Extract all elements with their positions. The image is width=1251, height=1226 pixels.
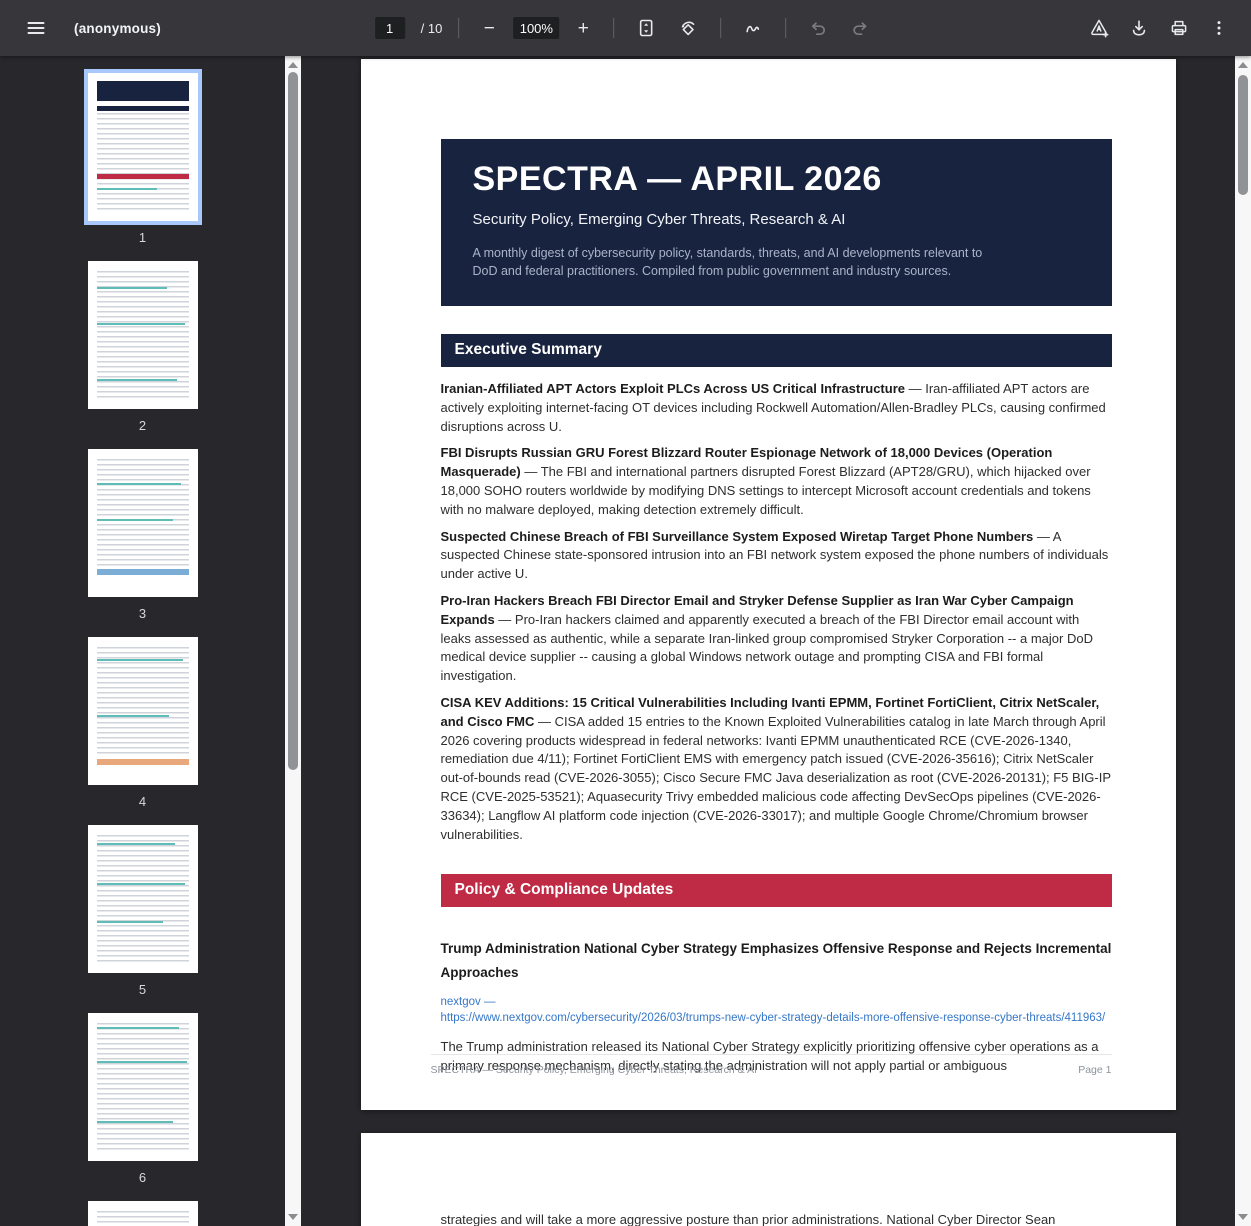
thumbnail-page-4[interactable]: 4 [88,637,198,825]
exec-item: Suspected Chinese Breach of FBI Surveill… [441,528,1112,584]
section-header-policy-compliance: Policy & Compliance Updates [441,874,1112,907]
document-title: (anonymous) [74,21,161,36]
annotate-button[interactable] [737,12,769,44]
zoom-out-button[interactable]: − [475,14,503,42]
download-icon [1129,18,1149,38]
toolbar-divider [613,18,614,38]
thumbnail-sidebar: 1 2 3 [0,56,285,1226]
report-title: SPECTRA — APRIL 2026 [473,160,1082,199]
hamburger-icon [26,18,46,38]
undo-icon [808,18,828,38]
page-total-label: / 10 [421,21,443,36]
thumbnail-page-number: 1 [139,230,146,245]
sidebar-scrollbar-thumb[interactable] [288,72,298,770]
pdf-page-2: strategies and will take a more aggressi… [361,1133,1176,1226]
footer-title: SPECTRA — Security Policy, Emerging Cybe… [431,1064,757,1076]
exec-item: CISA KEV Additions: 15 Critical Vulnerab… [441,694,1112,844]
section-header-executive-summary: Executive Summary [441,334,1112,367]
thumbnail-image[interactable] [88,449,198,597]
thumbnail-page-5[interactable]: 5 [88,825,198,1013]
menu-button[interactable] [20,12,52,44]
article-heading: Trump Administration National Cyber Stra… [441,937,1112,984]
page2-text: strategies and will take a more aggressi… [441,1211,1112,1226]
more-options-button[interactable] [1203,12,1235,44]
ink-squiggle-icon [743,18,763,38]
thumbnail-page-number: 2 [139,418,146,433]
thumbnail-page-6[interactable]: 6 [88,1013,198,1201]
thumbnail-page-3[interactable]: 3 [88,449,198,637]
toolbar-divider [785,18,786,38]
fit-page-button[interactable] [630,12,662,44]
main-scrollbar-thumb[interactable] [1238,75,1248,195]
redo-icon [850,18,870,38]
thumbnail-page-2[interactable]: 2 [88,261,198,449]
thumbnail-page-number: 4 [139,794,146,809]
exec-item: Iranian-Affiliated APT Actors Exploit PL… [441,380,1112,436]
fit-page-icon [636,18,656,38]
scroll-down-arrow[interactable] [1235,1210,1251,1224]
source-url[interactable]: https://www.nextgov.com/cybersecurity/20… [441,1010,1112,1026]
pdf-viewer-area: SPECTRA — APRIL 2026 Security Policy, Em… [301,56,1235,1226]
print-icon [1169,18,1189,38]
pdf-page-1: SPECTRA — APRIL 2026 Security Policy, Em… [361,59,1176,1110]
pdf-toolbar: (anonymous) / 10 − 100% + [0,0,1251,56]
executive-summary-body: Iranian-Affiliated APT Actors Exploit PL… [441,380,1112,844]
thumbnail-image[interactable] [88,73,198,221]
zoom-in-button[interactable]: + [569,14,597,42]
sidebar-scrollbar[interactable] [285,56,301,1226]
more-vert-icon [1209,18,1229,38]
toolbar-divider [458,18,459,38]
redo-button[interactable] [844,12,876,44]
thumbnail-image[interactable] [88,1013,198,1161]
main-scrollbar[interactable] [1235,56,1251,1226]
article-source-link[interactable]: nextgov — https://www.nextgov.com/cybers… [441,994,1112,1026]
scroll-down-arrow[interactable] [285,1210,301,1224]
download-button[interactable] [1123,12,1155,44]
toolbar-divider [720,18,721,38]
report-header-block: SPECTRA — APRIL 2026 Security Policy, Em… [441,139,1112,306]
thumbnail-image[interactable] [88,261,198,409]
thumbnail-image[interactable] [88,1201,198,1226]
source-name[interactable]: nextgov — [441,994,1112,1010]
thumbnail-page-7[interactable] [88,1201,198,1226]
print-button[interactable] [1163,12,1195,44]
thumbnail-page-number: 6 [139,1170,146,1185]
exec-item: FBI Disrupts Russian GRU Forest Blizzard… [441,444,1112,519]
add-text-triangle-icon [1088,17,1110,39]
page-number-input[interactable] [375,17,405,39]
footer-page-number: Page 1 [1078,1064,1111,1076]
thumbnail-image[interactable] [88,637,198,785]
undo-button[interactable] [802,12,834,44]
thumbnail-page-number: 3 [139,606,146,621]
report-subtitle: Security Policy, Emerging Cyber Threats,… [473,211,1082,228]
add-text-annotation-button[interactable] [1083,12,1115,44]
exec-item: Pro-Iran Hackers Breach FBI Director Ema… [441,592,1112,686]
scroll-up-arrow[interactable] [1235,58,1251,72]
zoom-level-value: 100% [513,17,559,39]
thumbnail-page-1[interactable]: 1 [88,73,198,261]
page-footer: SPECTRA — Security Policy, Emerging Cybe… [431,1054,1112,1076]
rotate-icon [678,18,698,38]
scroll-up-arrow[interactable] [285,58,301,72]
thumbnail-page-number: 5 [139,982,146,997]
thumbnail-image[interactable] [88,825,198,973]
rotate-button[interactable] [672,12,704,44]
report-description: A monthly digest of cybersecurity policy… [473,245,1082,280]
